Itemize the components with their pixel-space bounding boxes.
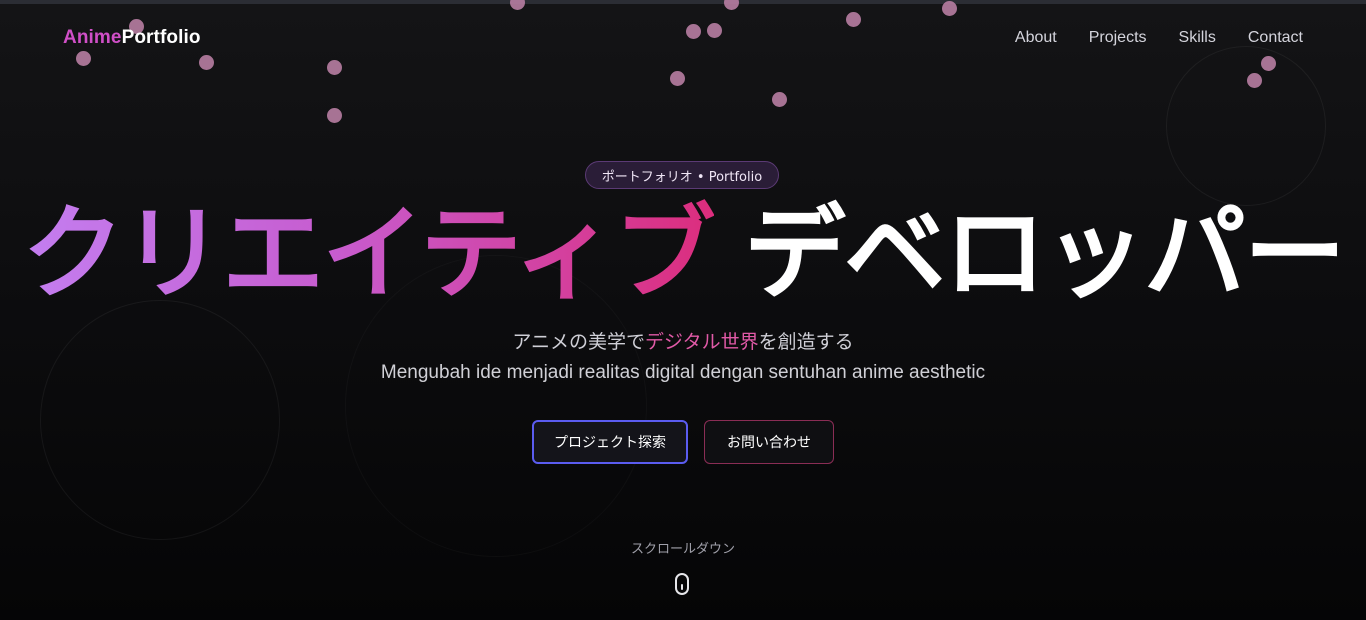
hero-page: AnimePortfolio About Projects Skills Con… — [0, 0, 1366, 620]
mouse-scroll-icon[interactable] — [675, 573, 689, 595]
decorative-ring — [1166, 46, 1326, 206]
explore-projects-button[interactable]: プロジェクト探索 — [532, 420, 688, 464]
particle-dot — [670, 71, 685, 86]
particle-dot — [1247, 73, 1262, 88]
nav-link-about[interactable]: About — [1015, 29, 1057, 47]
nav-link-skills[interactable]: Skills — [1179, 29, 1216, 47]
browser-top-strip — [0, 0, 1366, 4]
hero-subtitle-jp: アニメの美学でデジタル世界を創造する — [0, 327, 1366, 354]
particle-dot — [510, 0, 525, 10]
particle-dot — [942, 1, 957, 16]
hero-headline: クリエイティブ デベロッパー — [0, 200, 1366, 310]
logo-portfolio: Portfolio — [121, 27, 201, 48]
navbar: AnimePortfolio About Projects Skills Con… — [0, 20, 1366, 60]
particle-dot — [327, 60, 342, 75]
headline-accent: クリエイティブ — [22, 195, 716, 314]
subtitle-jp-before: アニメの美学で — [512, 331, 645, 353]
particle-dot — [724, 0, 739, 10]
nav-menu: About Projects Skills Contact — [1015, 29, 1303, 47]
subtitle-jp-after: を創造する — [758, 331, 854, 353]
contact-button[interactable]: お問い合わせ — [704, 420, 834, 464]
nav-link-contact[interactable]: Contact — [1248, 29, 1303, 47]
hero-badge: ポートフォリオ • Portfolio — [585, 161, 779, 189]
subtitle-jp-accent: デジタル世界 — [644, 331, 759, 353]
scroll-down-label: スクロールダウン — [630, 542, 735, 557]
particle-dot — [772, 92, 787, 107]
mouse-wheel — [681, 584, 683, 590]
site-logo[interactable]: AnimePortfolio — [63, 27, 201, 49]
hero-subtitle-id: Mengubah ide menjadi realitas digital de… — [380, 362, 986, 383]
nav-link-projects[interactable]: Projects — [1089, 29, 1147, 47]
headline-main: デベロッパー — [743, 195, 1346, 314]
particle-dot — [327, 108, 342, 123]
logo-anime: Anime — [63, 27, 122, 48]
